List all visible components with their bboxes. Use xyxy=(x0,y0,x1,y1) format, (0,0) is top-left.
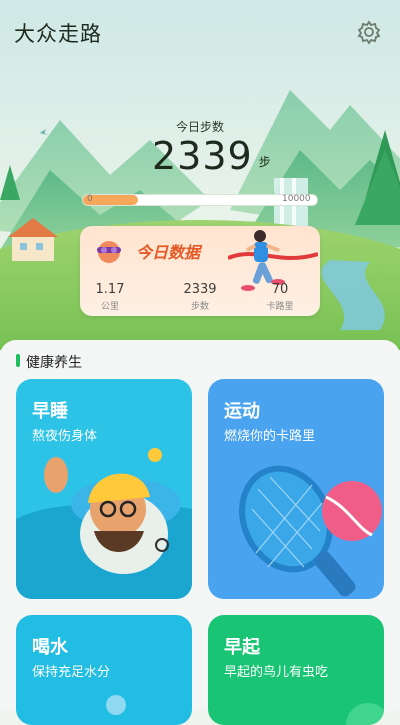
stat-calories: 70 卡路里 xyxy=(250,282,310,312)
steps-value: 2339 xyxy=(152,134,253,178)
card-title: 运动 xyxy=(224,401,260,422)
avatar-icon xyxy=(97,241,121,263)
stat-distance: 1.17 公里 xyxy=(80,282,140,312)
health-section: 健康养生 早睡 熬夜伤身体 运动 燃烧你的卡路里 喝水 保持充足水分 早起 早起… xyxy=(0,340,400,725)
card-subtitle: 保持充足水分 xyxy=(32,665,111,680)
card-title: 早睡 xyxy=(32,401,68,422)
stat-distance-label: 公里 xyxy=(100,302,119,312)
sleep-illustration xyxy=(16,448,192,599)
progress-min-label: 0 xyxy=(87,194,93,204)
card-exercise[interactable]: 运动 燃烧你的卡路里 xyxy=(208,379,384,599)
steps-label: 今日步数 xyxy=(175,120,224,134)
section-accent-bar xyxy=(16,354,20,367)
stat-steps-value: 2339 xyxy=(183,282,217,297)
section-title: 健康养生 xyxy=(26,355,82,371)
gear-icon[interactable] xyxy=(356,19,382,45)
stat-calories-label: 卡路里 xyxy=(266,302,294,312)
today-data-card[interactable]: 今日数据 1.17 公里 2339 步数 70 卡路里 xyxy=(80,226,320,316)
stat-steps: 2339 步数 xyxy=(170,282,230,312)
app-title: 大众走路 xyxy=(14,22,102,46)
tennis-racket-illustration xyxy=(239,465,382,597)
stat-calories-value: 70 xyxy=(271,282,289,297)
sunrise-illustration xyxy=(346,703,384,725)
progress-max-label: 10000 xyxy=(282,194,311,204)
card-title: 早起 xyxy=(224,637,260,658)
water-drop-illustration xyxy=(106,695,126,715)
card-drink-water[interactable]: 喝水 保持充足水分 xyxy=(16,615,192,725)
stat-steps-label: 步数 xyxy=(190,302,209,312)
card-subtitle: 早起的鸟儿有虫吃 xyxy=(224,665,329,680)
today-data-title: 今日数据 xyxy=(136,243,201,262)
card-subtitle: 燃烧你的卡路里 xyxy=(224,429,316,444)
card-wake-early[interactable]: 早起 早起的鸟儿有虫吃 xyxy=(208,615,384,725)
steps-unit: 步 xyxy=(258,155,271,169)
card-title: 喝水 xyxy=(32,637,68,658)
card-sleep-early[interactable]: 早睡 熬夜伤身体 xyxy=(16,379,192,599)
steps-display: 2339 步 xyxy=(152,134,271,178)
stat-distance-value: 1.17 xyxy=(95,282,125,297)
